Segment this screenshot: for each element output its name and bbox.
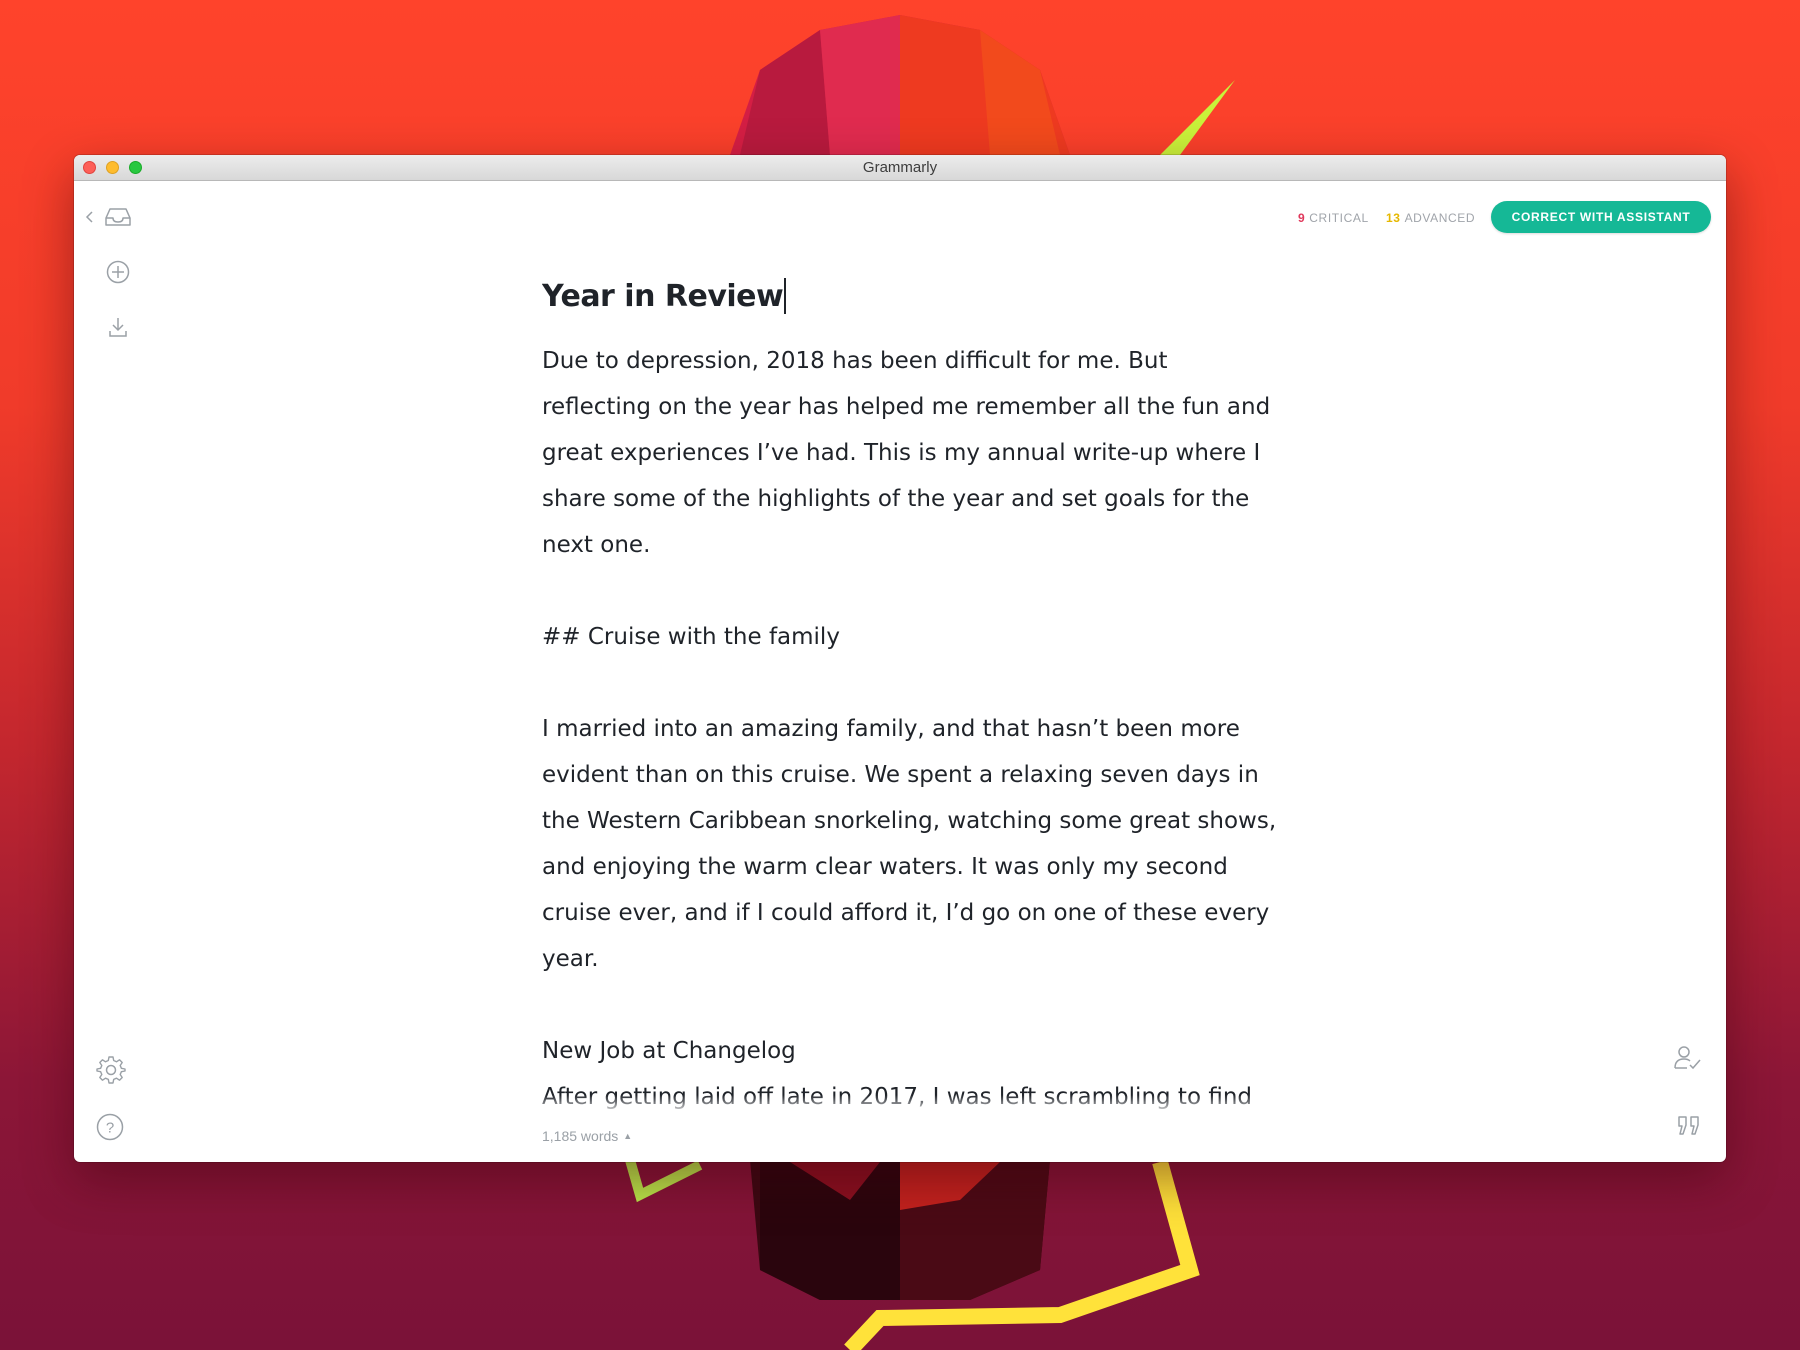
- critical-issues-count[interactable]: 9 CRITICAL: [1298, 211, 1369, 225]
- user-check-icon[interactable]: [1673, 1044, 1703, 1072]
- section-heading: ## Cruise with the family: [542, 624, 840, 650]
- title-bar: Grammarly: [74, 155, 1726, 181]
- back-icon[interactable]: [85, 209, 95, 225]
- paragraph: Due to depression, 2018 has been difficu…: [542, 348, 1271, 558]
- inbox-icon[interactable]: [104, 207, 132, 227]
- section-heading: New Job at Changelog: [542, 1038, 796, 1064]
- quote-icon[interactable]: [1677, 1115, 1701, 1137]
- text-cursor: [784, 278, 787, 314]
- app-window: Grammarly ? 9 CRITICAL 13 ADVANCED CORRECT…: [74, 155, 1726, 1162]
- caret-up-icon: ▲: [623, 1131, 633, 1141]
- svg-text:?: ?: [106, 1120, 114, 1137]
- add-icon[interactable]: [106, 260, 130, 284]
- correct-with-assistant-button[interactable]: CORRECT WITH ASSISTANT: [1491, 201, 1711, 233]
- document-body[interactable]: Due to depression, 2018 has been difficu…: [542, 338, 1282, 1120]
- window-title: Grammarly: [862, 159, 938, 176]
- document-editor[interactable]: Year in Review Due to depression, 2018 h…: [542, 275, 1282, 1120]
- scroll-fade: [542, 1095, 1302, 1115]
- word-count[interactable]: 1,185 words ▲: [542, 1128, 632, 1144]
- help-icon[interactable]: ?: [96, 1113, 124, 1141]
- paragraph: I married into an amazing family, and th…: [542, 716, 1277, 972]
- download-icon[interactable]: [108, 316, 128, 338]
- document-title[interactable]: Year in Review: [542, 275, 787, 319]
- settings-icon[interactable]: [96, 1055, 126, 1085]
- advanced-issues-count[interactable]: 13 ADVANCED: [1386, 211, 1475, 225]
